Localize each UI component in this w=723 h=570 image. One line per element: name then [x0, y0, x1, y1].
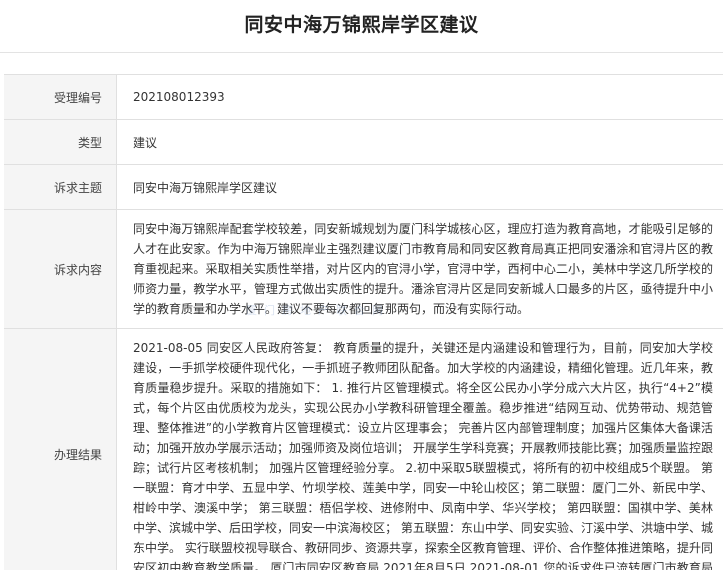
- row-label-type: 类型: [4, 120, 117, 164]
- row-type: 类型 建议: [4, 120, 723, 165]
- row-value-result: 2021-08-05 同安区人民政府答复： 教育质量的提升，关键还是内涵建设和管…: [133, 341, 713, 570]
- row-result: 办理结果 2021-08-05 同安区人民政府答复： 教育质量的提升，关键还是内…: [4, 329, 723, 570]
- row-label-subject: 诉求主题: [4, 165, 117, 209]
- row-label-result: 办理结果: [4, 329, 117, 570]
- detail-table: 受理编号 202108012393 类型 建议 诉求主题 同安中海万锦熙岸学区建…: [4, 74, 723, 570]
- page-title: 同安中海万锦熙岸学区建议: [244, 14, 479, 36]
- row-subject: 诉求主题 同安中海万锦熙岸学区建议: [4, 165, 723, 210]
- row-label-id: 受理编号: [4, 75, 117, 119]
- row-label-content: 诉求内容: [4, 210, 117, 328]
- row-value-content: 同安中海万锦熙岸配套学校较差，同安新城规划为厦门科学城核心区，理应打造为教育高地…: [133, 222, 713, 316]
- row-id: 受理编号 202108012393: [4, 75, 723, 120]
- title-divider: [0, 52, 723, 53]
- row-content: 诉求内容 同安中海万锦熙岸配套学校较差，同安新城规划为厦门科学城核心区，理应打造…: [4, 210, 723, 329]
- row-value-id: 202108012393: [133, 90, 225, 104]
- row-value-subject: 同安中海万锦熙岸学区建议: [133, 180, 278, 195]
- row-value-type: 建议: [133, 135, 158, 150]
- page: 同安中海万锦熙岸学区建议 受理编号 202108012393 类型 建议 诉求主…: [0, 0, 723, 570]
